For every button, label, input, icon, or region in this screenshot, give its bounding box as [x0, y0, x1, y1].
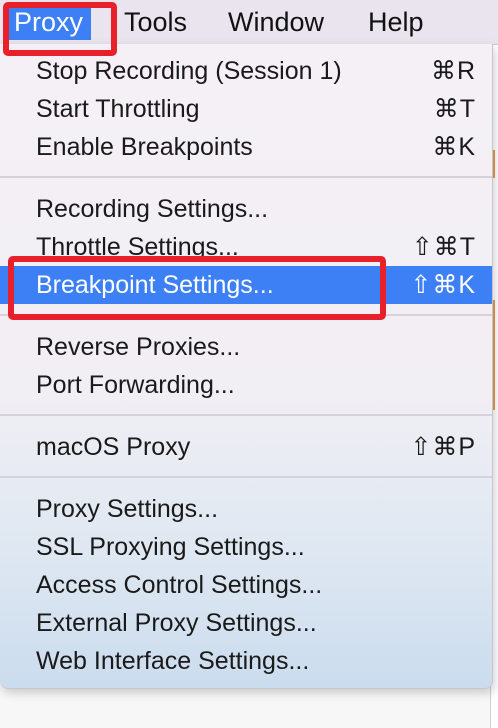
menu-item-label: External Proxy Settings...	[36, 609, 317, 637]
menu-item-label: Stop Recording (Session 1)	[36, 57, 342, 85]
annotation-highlight-box	[3, 2, 117, 56]
menu-item-reverse-proxies[interactable]: Reverse Proxies...	[0, 328, 492, 366]
menu-item-shortcut: ⇧⌘P	[410, 433, 476, 461]
menu-item-shortcut: ⌘T	[433, 95, 476, 123]
menu-item-ssl-proxying-settings[interactable]: SSL Proxying Settings...	[0, 528, 492, 566]
menubar-window[interactable]: Window	[220, 4, 332, 40]
menu-item-label: Recording Settings...	[36, 195, 269, 223]
menu-separator	[0, 414, 492, 416]
menu-item-port-forwarding[interactable]: Port Forwarding...	[0, 366, 492, 404]
menu-item-label: macOS Proxy	[36, 433, 191, 461]
menu-item-recording-settings[interactable]: Recording Settings...	[0, 190, 492, 228]
menu-separator	[0, 476, 492, 478]
menu-item-proxy-settings[interactable]: Proxy Settings...	[0, 490, 492, 528]
menu-item-shortcut: ⇧⌘T	[411, 233, 476, 261]
menu-item-label: Web Interface Settings...	[36, 647, 310, 675]
menu-item-start-throttling[interactable]: Start Throttling ⌘T	[0, 90, 492, 128]
menu-item-enable-breakpoints[interactable]: Enable Breakpoints ⌘K	[0, 128, 492, 166]
menu-item-label: Port Forwarding...	[36, 371, 235, 399]
menu-item-macos-proxy[interactable]: macOS Proxy ⇧⌘P	[0, 428, 492, 466]
menu-item-shortcut: ⌘R	[430, 57, 476, 85]
menu-item-shortcut: ⌘K	[432, 133, 476, 161]
menubar-tools[interactable]: Tools	[116, 4, 195, 40]
annotation-highlight-box	[8, 256, 386, 320]
menu-item-label: SSL Proxying Settings...	[36, 533, 305, 561]
menubar-help[interactable]: Help	[360, 4, 432, 40]
menu-item-stop-recording[interactable]: Stop Recording (Session 1) ⌘R	[0, 52, 492, 90]
menu-item-label: Start Throttling	[36, 95, 200, 123]
menu-item-external-proxy-settings[interactable]: External Proxy Settings...	[0, 604, 492, 642]
menu-item-shortcut: ⇧⌘K	[410, 271, 476, 299]
menu-item-label: Proxy Settings...	[36, 495, 219, 523]
menu-item-label: Enable Breakpoints	[36, 133, 253, 161]
menu-item-web-interface-settings[interactable]: Web Interface Settings...	[0, 642, 492, 680]
menu-separator	[0, 176, 492, 178]
menu-item-label: Reverse Proxies...	[36, 333, 241, 361]
menu-item-label: Access Control Settings...	[36, 571, 323, 599]
proxy-dropdown-menu: Stop Recording (Session 1) ⌘R Start Thro…	[0, 44, 493, 689]
menu-item-access-control-settings[interactable]: Access Control Settings...	[0, 566, 492, 604]
